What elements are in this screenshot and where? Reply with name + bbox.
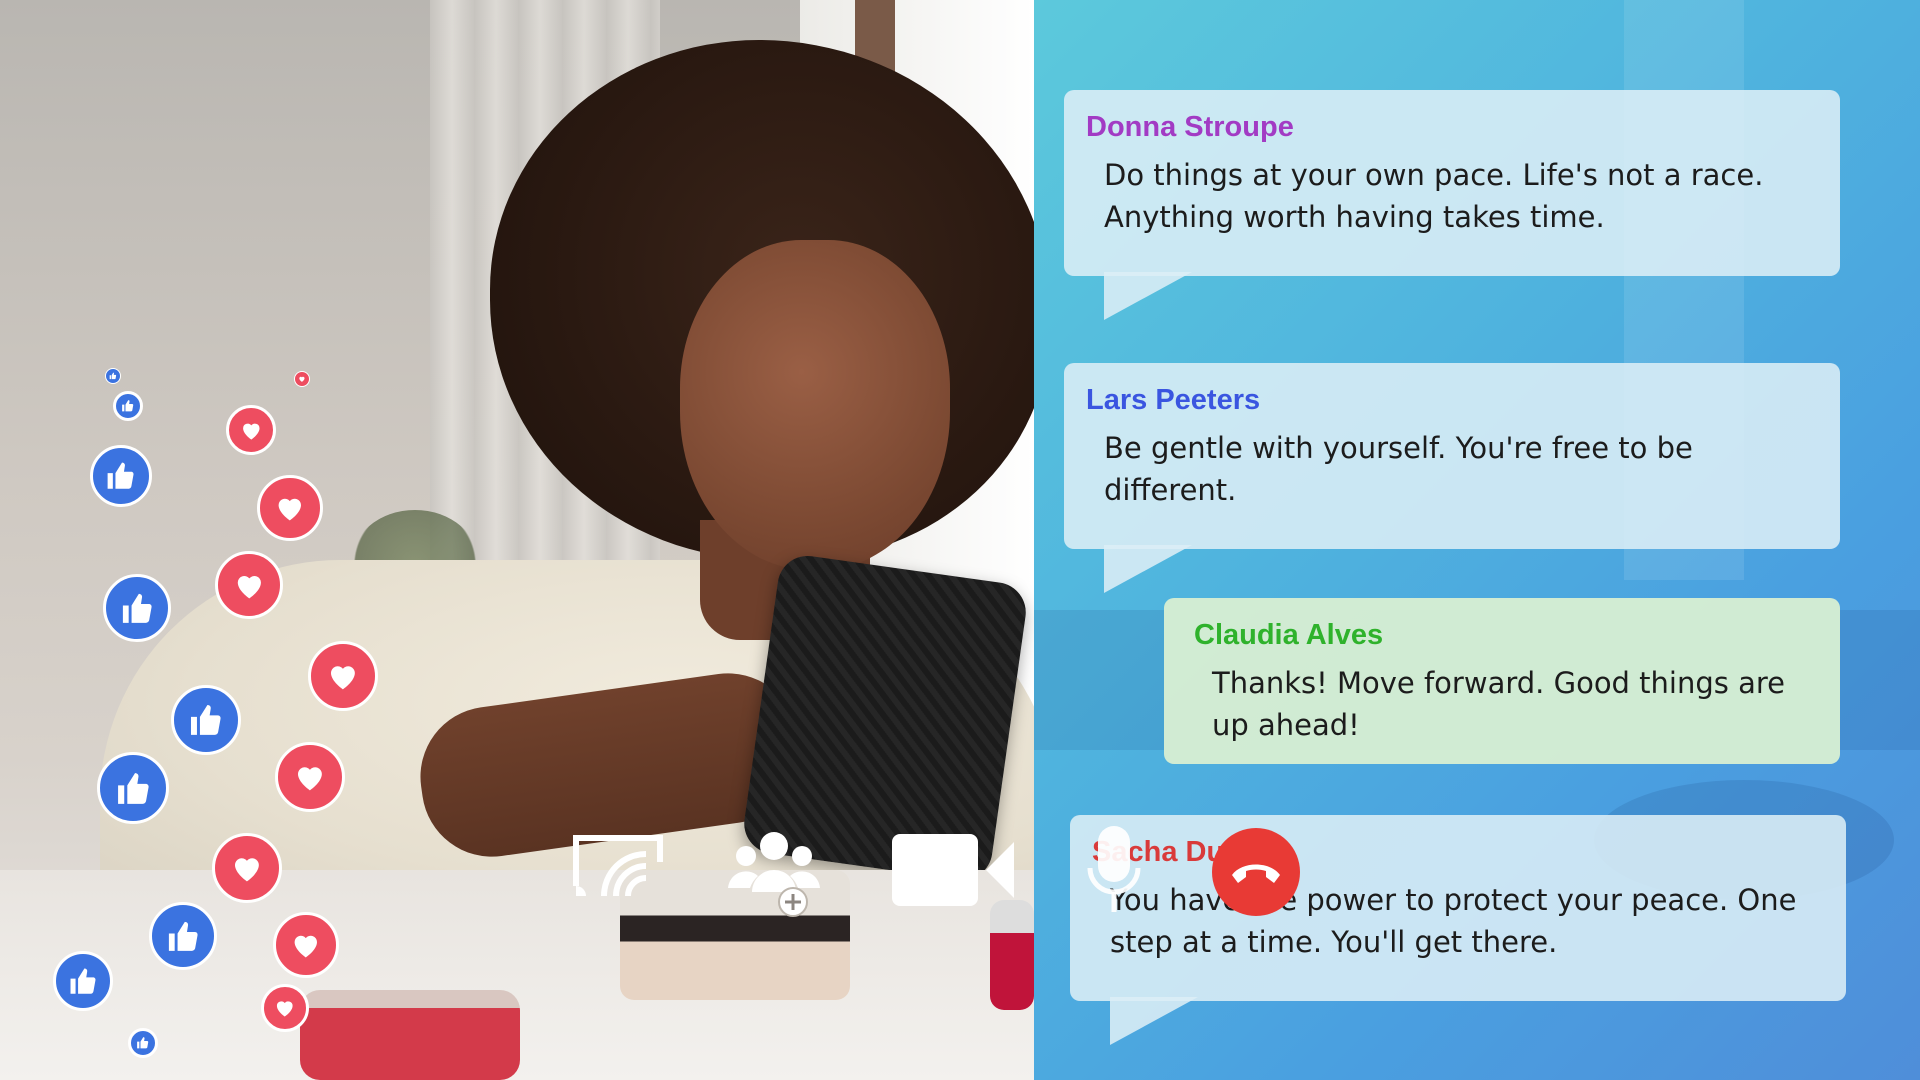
video-toggle-button[interactable]	[890, 832, 1016, 908]
like-reaction-icon	[103, 574, 171, 642]
chat-panel: Donna Stroupe Do things at your own pace…	[1034, 0, 1920, 1080]
video-call-screen: Donna Stroupe Do things at your own pace…	[0, 0, 1920, 1080]
message-text: Be gentle with yourself. You're free to …	[1104, 431, 1693, 507]
chat-message: Sacha Dubois You have the power to prote…	[1070, 815, 1846, 1045]
like-reaction-icon	[97, 752, 169, 824]
heart-reaction-icon	[294, 371, 310, 387]
heart-reaction-icon	[215, 551, 283, 619]
heart-reaction-icon	[308, 641, 378, 711]
like-reaction-icon	[128, 1028, 158, 1058]
heart-reaction-icon	[226, 405, 276, 455]
microphone-button[interactable]	[1086, 824, 1142, 914]
hang-up-icon	[1232, 864, 1280, 883]
heart-reaction-icon	[212, 833, 282, 903]
cosmetic-jar	[300, 990, 520, 1080]
video-camera-icon	[892, 834, 1014, 906]
like-reaction-icon	[53, 951, 113, 1011]
chat-message: Lars Peeters Be gentle with yourself. Yo…	[1064, 363, 1840, 593]
heart-reaction-icon	[273, 912, 339, 978]
heart-reaction-icon	[261, 984, 309, 1032]
chat-message-highlighted: Claudia Alves Thanks! Move forward. Good…	[1164, 598, 1840, 764]
cosmetic-jar	[990, 900, 1034, 1010]
microphone-icon	[1087, 826, 1141, 912]
heart-reaction-icon	[275, 742, 345, 812]
message-text: Thanks! Move forward. Good things are up…	[1212, 666, 1786, 742]
message-text: You have the power to protect your peace…	[1110, 883, 1797, 959]
bubble-tail	[1104, 545, 1192, 593]
chat-message: Donna Stroupe Do things at your own pace…	[1064, 90, 1840, 320]
message-text: Do things at your own pace. Life's not a…	[1104, 158, 1764, 234]
like-reaction-icon	[113, 391, 143, 421]
face	[680, 240, 950, 570]
end-call-button[interactable]	[1212, 828, 1300, 916]
cast-screen-button[interactable]	[570, 832, 666, 900]
cast-screen-icon	[573, 835, 663, 897]
message-author: Lars Peeters	[1086, 384, 1261, 416]
like-reaction-icon	[171, 685, 241, 755]
like-reaction-icon	[105, 368, 121, 384]
bubble-tail	[1110, 997, 1198, 1045]
heart-reaction-icon	[257, 475, 323, 541]
message-author: Claudia Alves	[1194, 619, 1384, 651]
add-participants-button[interactable]	[726, 826, 822, 918]
bubble-tail	[1104, 272, 1192, 320]
like-reaction-icon	[149, 902, 217, 970]
add-people-icon	[728, 832, 820, 917]
message-author: Donna Stroupe	[1086, 111, 1294, 143]
like-reaction-icon	[90, 445, 152, 507]
